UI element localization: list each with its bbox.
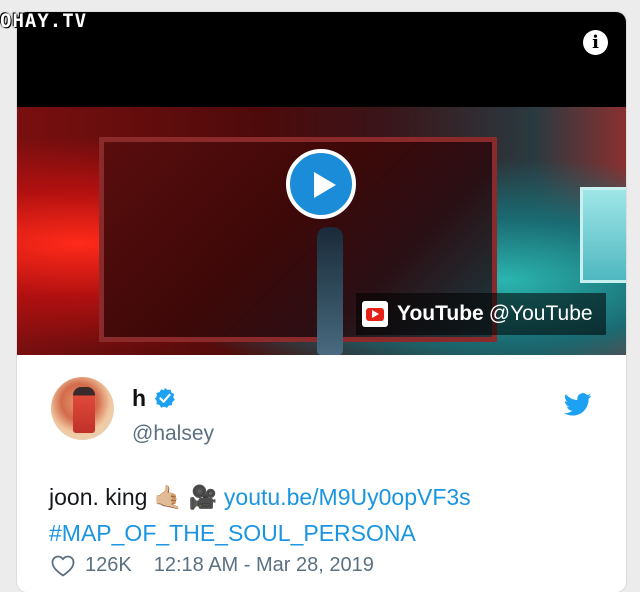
twitter-bird-icon[interactable] [564, 393, 592, 416]
hashtag-link[interactable]: #MAP_OF_THE_SOUL_PERSONA [49, 516, 471, 551]
tweet-embed-card: i YouTube @YouTube h @halsey joon. king … [17, 12, 626, 592]
avatar[interactable] [51, 377, 114, 440]
heart-icon[interactable] [51, 555, 75, 577]
youtube-link[interactable]: youtu.be/M9Uy0opVF3s [224, 484, 471, 510]
youtube-brand-label: YouTube [397, 302, 484, 325]
tweet-timestamp[interactable]: 12:18 AM - Mar 28, 2019 [154, 554, 374, 577]
display-name[interactable]: h [132, 385, 146, 412]
figure-scene [317, 227, 343, 355]
window-scene [580, 187, 626, 283]
watermark: OHAY.TV [0, 10, 88, 32]
tweet-text: joon. king 🤙🏼 🎥 youtu.be/M9Uy0opVF3s #MA… [49, 480, 471, 551]
play-icon [314, 172, 336, 198]
call-me-hand-emoji: 🤙🏼 [153, 485, 183, 512]
tweet-text-line-1: joon. king 🤙🏼 🎥 youtu.be/M9Uy0opVF3s [49, 480, 471, 516]
verified-badge-icon [154, 387, 175, 408]
youtube-handle-label: @YouTube [488, 302, 593, 325]
youtube-logo-icon [362, 301, 388, 327]
like-count[interactable]: 126K [85, 554, 132, 577]
user-handle[interactable]: @halsey [132, 422, 214, 446]
tweet-meta: 126K 12:18 AM - Mar 28, 2019 [51, 554, 374, 577]
info-icon[interactable]: i [583, 30, 608, 55]
movie-camera-emoji: 🎥 [188, 485, 218, 512]
play-button[interactable] [286, 149, 356, 219]
video-player[interactable]: i YouTube @YouTube [17, 12, 626, 355]
tweet-text-prefix: joon. king [49, 484, 148, 510]
youtube-attribution[interactable]: YouTube @YouTube [356, 293, 606, 335]
